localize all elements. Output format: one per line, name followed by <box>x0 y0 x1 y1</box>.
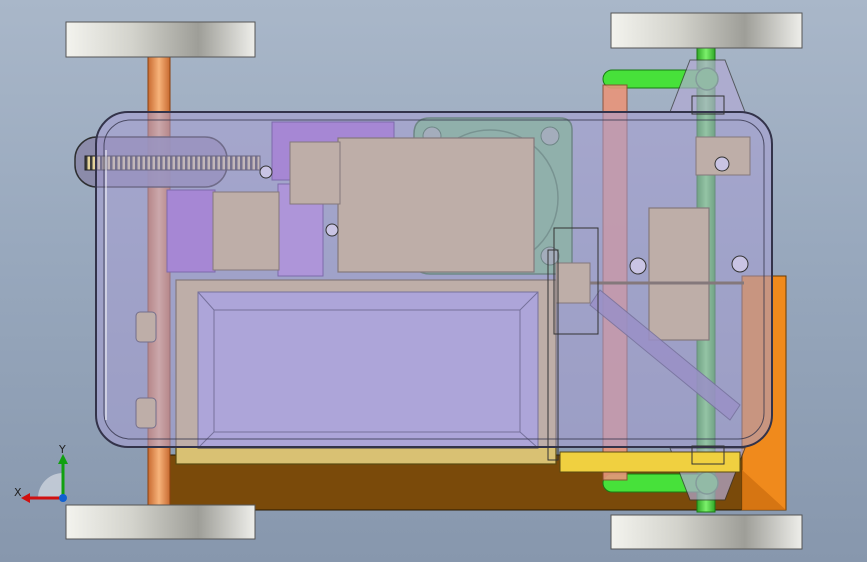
mount-lug-top <box>669 59 746 113</box>
front-wheel-bottom[interactable] <box>65 504 256 540</box>
triad-label-y: Y <box>58 443 66 456</box>
chassis-shell[interactable] <box>95 111 773 448</box>
view-triad[interactable]: Y X <box>14 443 68 503</box>
screw-hole <box>714 156 730 172</box>
screw-hole <box>731 255 749 273</box>
triad-x-arrow <box>21 493 30 503</box>
rear-wheel-top[interactable] <box>610 12 803 49</box>
cad-viewport[interactable]: Y X <box>0 0 867 562</box>
triad-quadrant <box>38 473 63 498</box>
triad-label-x: X <box>14 486 22 499</box>
front-wheel-top[interactable] <box>65 21 256 58</box>
screw-hole <box>259 165 273 179</box>
rear-wheel-bottom[interactable] <box>610 514 803 550</box>
screw-hole <box>325 223 339 237</box>
screw-hole <box>629 257 647 275</box>
triad-z-axis <box>59 494 67 502</box>
terminal-strip <box>559 451 741 473</box>
